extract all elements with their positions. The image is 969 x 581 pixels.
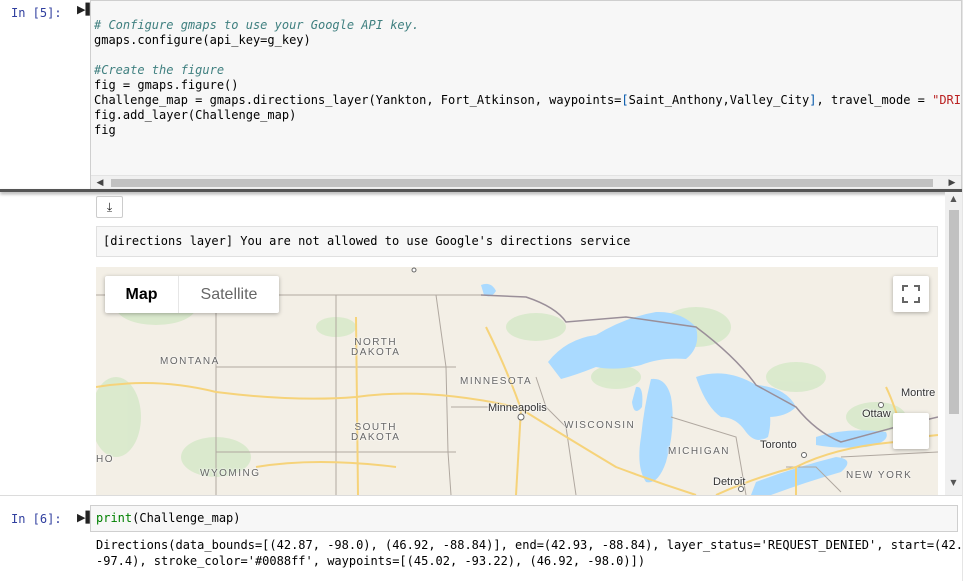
code-line: fig <box>94 123 116 137</box>
state-label-south-dakota: SOUTH DAKOTA <box>351 422 401 443</box>
city-label-montreal: Montre <box>901 387 936 399</box>
fullscreen-icon <box>902 285 920 303</box>
fullscreen-button[interactable] <box>893 276 929 312</box>
map-type-map-button[interactable]: Map <box>105 276 179 313</box>
street-view-button[interactable] <box>893 413 929 449</box>
code-keyword: print <box>96 511 133 525</box>
code-line: , travel_mode = <box>816 93 933 107</box>
code-line: gmaps.configure(api_key=g_key) <box>94 33 311 47</box>
cell-6-code-editor[interactable]: print(Challenge_map) <box>90 505 958 532</box>
output-vertical-scrollbar[interactable]: ▲ ▼ <box>945 192 962 495</box>
download-icon: ⤓ <box>106 200 113 214</box>
code-bracket: ] <box>809 93 817 107</box>
scroll-left-icon[interactable]: ◀ <box>93 176 107 189</box>
scrollbar-thumb[interactable] <box>949 210 959 414</box>
scroll-right-icon[interactable]: ▶ <box>945 176 959 189</box>
cell-5-output: ⤓ [directions layer] You are not allowed… <box>0 192 962 495</box>
code-line: Challenge_map = gmaps.directions_layer(Y… <box>94 93 622 107</box>
scroll-up-icon[interactable]: ▲ <box>945 194 962 203</box>
code-string: "DRIVING" <box>932 93 961 107</box>
output-line: -97.4), stroke_color='#0088ff', waypoint… <box>96 554 646 568</box>
code-line: fig.add_layer(Challenge_map) <box>94 108 297 122</box>
code-line: Saint_Anthony,Valley_City <box>628 93 810 107</box>
code-horizontal-scrollbar[interactable]: ◀ ▶ <box>91 175 961 189</box>
code-comment: # Configure gmaps to use your Google API… <box>94 18 420 32</box>
state-label-minnesota: MINNESOTA <box>460 376 533 387</box>
map-type-satellite-button[interactable]: Satellite <box>179 276 279 313</box>
code-line: fig = gmaps.figure() <box>94 78 239 92</box>
cell-5-code-editor[interactable]: # Configure gmaps to use your Google API… <box>90 0 962 190</box>
google-map[interactable]: MONTANA NORTH DAKOTA SOUTH DAKOTA MINNESOT… <box>96 267 938 495</box>
city-label-detroit: Detroit <box>713 476 746 488</box>
code-bracket: [ <box>621 93 629 107</box>
state-label-wyoming: WYOMING <box>200 468 261 479</box>
output-line: Directions(data_bounds=[(42.87, -98.0), … <box>96 538 969 552</box>
state-label-montana: MONTANA <box>160 356 220 367</box>
error-message: [directions layer] You are not allowed t… <box>96 226 938 257</box>
download-button[interactable]: ⤓ <box>96 196 123 218</box>
state-label-new-york: NEW YORK <box>846 470 913 481</box>
map-type-control: Map Satellite <box>105 276 279 313</box>
cell-5-code: # Configure gmaps to use your Google API… <box>94 18 961 138</box>
scrollbar-thumb[interactable] <box>111 179 933 187</box>
code-line: (Challenge_map) <box>132 511 241 525</box>
state-label-north-dakota: NORTH DAKOTA <box>351 337 401 358</box>
scroll-down-icon[interactable]: ▼ <box>945 478 962 487</box>
state-label-michigan: MICHIGAN <box>668 446 730 457</box>
state-label-partial: HO <box>96 454 114 465</box>
cell-5-prompt: In [5]: <box>11 6 62 20</box>
city-label-toronto: Toronto <box>760 439 797 451</box>
city-label-minneapolis: Minneapolis <box>488 402 547 414</box>
city-label-ottawa: Ottaw <box>862 408 891 420</box>
page-scrollbar-track[interactable] <box>962 0 969 581</box>
cell-6-output: Directions(data_bounds=[(42.87, -98.0), … <box>96 537 969 569</box>
state-label-wisconsin: WISCONSIN <box>564 420 636 431</box>
cell-6-prompt: In [6]: <box>11 512 62 526</box>
cell-divider <box>0 495 962 499</box>
code-comment: #Create the figure <box>94 63 225 77</box>
